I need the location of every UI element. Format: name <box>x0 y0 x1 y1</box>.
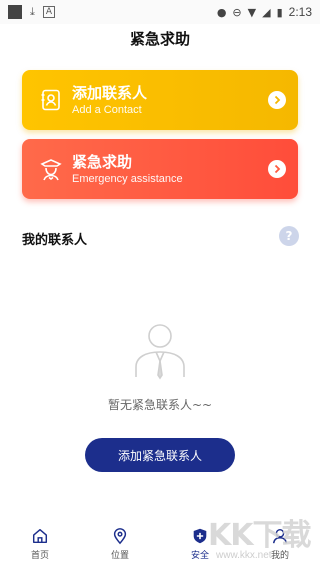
emergency-subtitle: Emergency assistance <box>72 173 183 185</box>
add-emergency-contact-button[interactable]: 添加紧急联系人 <box>85 438 235 472</box>
location-pin-icon <box>113 528 127 545</box>
dnd-icon: ⊖ <box>232 5 242 19</box>
user-icon <box>272 528 288 544</box>
battery-icon: ▮ <box>276 5 283 19</box>
wifi-icon: ▼ <box>247 5 257 19</box>
help-icon[interactable]: ? <box>279 226 299 246</box>
tab-location[interactable]: 位置 <box>80 519 160 569</box>
status-time: 2:13 <box>288 5 312 19</box>
shield-plus-icon <box>193 528 207 544</box>
tab-home-label: 首页 <box>30 551 49 561</box>
add-contact-title: 添加联系人 <box>72 84 148 102</box>
contact-card-icon <box>36 85 66 115</box>
my-contacts-heading: 我的联系人 <box>22 233 88 248</box>
tab-home[interactable]: 首页 <box>0 519 80 569</box>
location-icon: ● <box>216 5 227 19</box>
a-icon: A <box>42 6 56 18</box>
signal-icon: ◢ <box>262 5 271 19</box>
chevron-right-icon <box>268 91 286 109</box>
tab-mine-label: 我的 <box>270 551 289 561</box>
bottom-tab-bar: 首页 位置 安全 我的 <box>0 519 320 569</box>
download-icon: ⤓ <box>30 5 35 18</box>
emergency-title: 紧急求助 <box>72 153 133 171</box>
empty-avatar-icon <box>128 317 192 381</box>
tab-safety-label: 安全 <box>190 551 209 561</box>
square-icon <box>8 5 22 19</box>
add-contact-card[interactable]: 添加联系人 Add a Contact <box>22 70 298 130</box>
tab-mine[interactable]: 我的 <box>240 519 320 569</box>
home-icon <box>32 528 48 544</box>
chevron-right-icon <box>268 160 286 178</box>
status-bar: ⤓ A ● ⊖ ▼ ◢ ▮ 2:13 <box>0 0 320 24</box>
page-title: 紧急求助 <box>129 30 190 48</box>
add-contact-subtitle: Add a Contact <box>72 104 142 116</box>
police-icon <box>36 154 66 184</box>
emergency-assistance-card[interactable]: 紧急求助 Emergency assistance <box>22 139 298 199</box>
tab-safety[interactable]: 安全 <box>160 519 240 569</box>
empty-state-text: 暂无紧急联系人~~ <box>107 398 213 412</box>
tab-location-label: 位置 <box>110 551 129 561</box>
